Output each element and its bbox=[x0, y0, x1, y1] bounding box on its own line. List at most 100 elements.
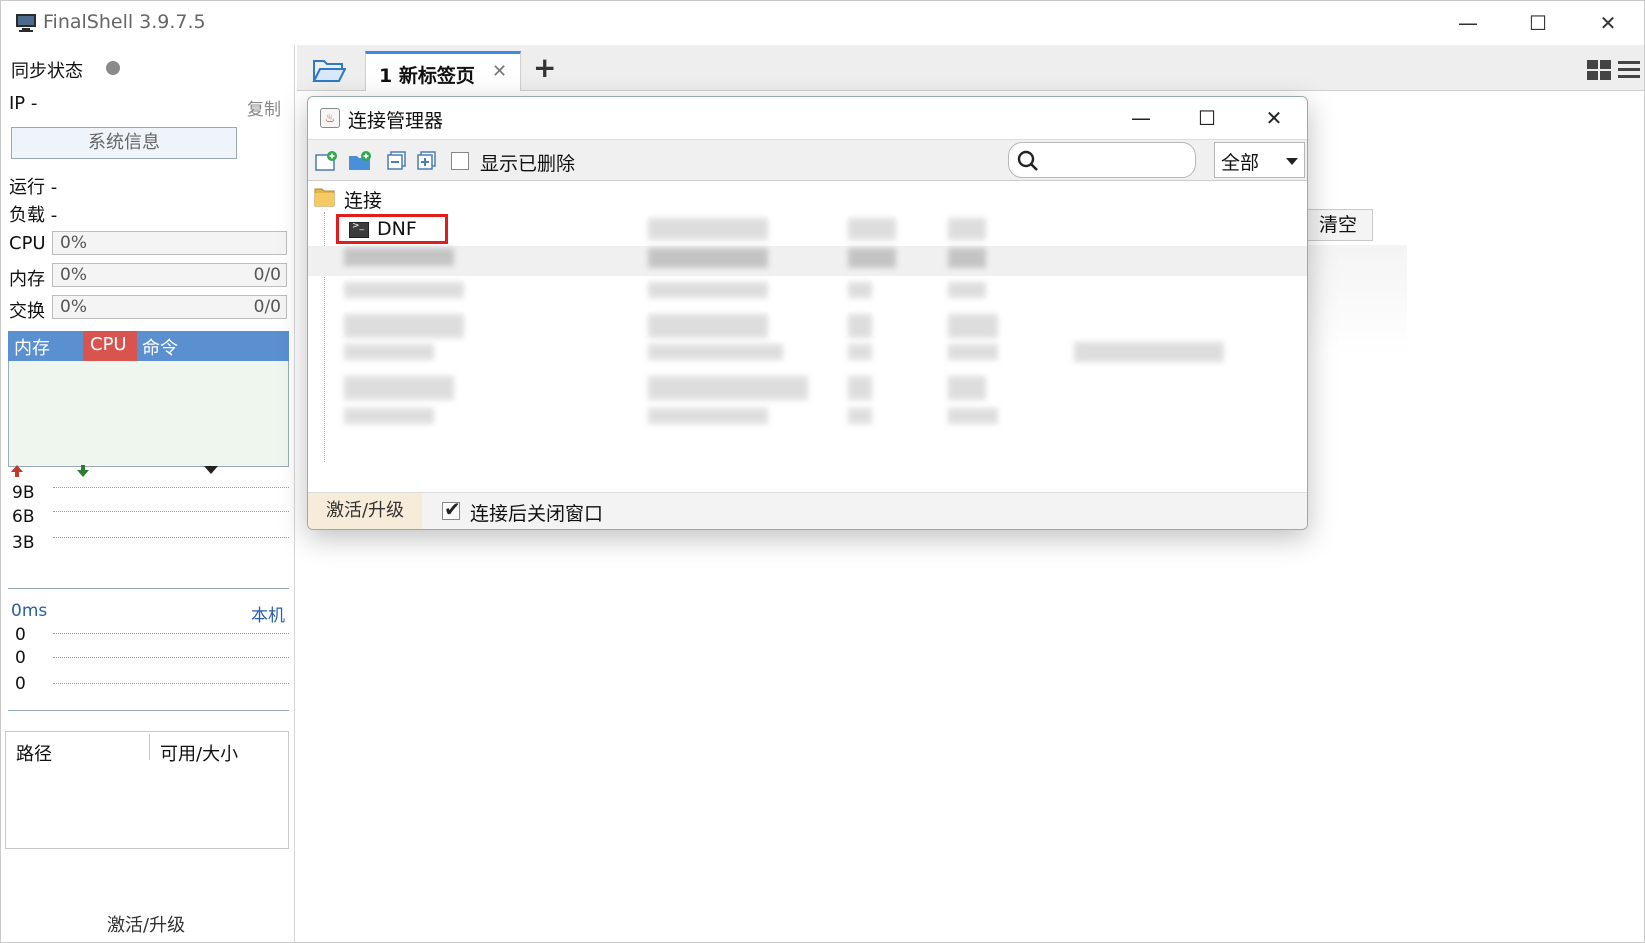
ping-target[interactable]: 本机 bbox=[251, 601, 285, 626]
tab-new-tab-1[interactable]: 1 新标签页 ✕ bbox=[365, 51, 521, 91]
network-interface-dropdown-icon[interactable] bbox=[203, 465, 219, 475]
swap-percent: 0% bbox=[60, 297, 87, 317]
system-info-button[interactable]: 系统信息 bbox=[11, 127, 237, 159]
ping-scale-mid: 0 bbox=[15, 648, 26, 668]
sync-status-dot bbox=[106, 61, 120, 75]
net-scale-mid: 6B bbox=[12, 507, 35, 527]
dialog-minimize-button[interactable]: — bbox=[1108, 97, 1174, 139]
new-folder-icon[interactable] bbox=[348, 150, 372, 172]
folder-icon bbox=[314, 188, 335, 207]
network-graph: 9B 6B 3B bbox=[8, 481, 289, 589]
download-arrow-icon bbox=[77, 465, 89, 477]
tree-item-dnf[interactable]: DNF bbox=[336, 214, 448, 244]
minimize-button[interactable]: — bbox=[1433, 1, 1503, 45]
memory-meter: 0% 0/0 bbox=[52, 263, 287, 287]
blurred-host bbox=[648, 282, 768, 298]
new-connection-icon[interactable] bbox=[314, 150, 338, 172]
fs-header-size[interactable]: 可用/大小 bbox=[160, 740, 238, 766]
tree-row-selected[interactable] bbox=[308, 246, 1307, 276]
list-view-icon[interactable] bbox=[1617, 59, 1641, 81]
tab-command[interactable]: 命令 bbox=[142, 334, 178, 360]
terminal-icon bbox=[349, 221, 369, 238]
blurred-port bbox=[848, 248, 896, 268]
fs-header-separator bbox=[149, 734, 150, 760]
process-tabs: 内存 CPU 命令 bbox=[8, 331, 289, 361]
ping-divider bbox=[8, 710, 289, 711]
blurred-host bbox=[648, 218, 768, 240]
net-gridline bbox=[53, 511, 289, 512]
upload-arrow-icon bbox=[11, 465, 23, 477]
tab-memory[interactable]: 内存 bbox=[14, 334, 50, 360]
swap-meter: 0% 0/0 bbox=[52, 295, 287, 319]
dialog-maximize-button[interactable]: ☐ bbox=[1174, 97, 1240, 139]
close-tab-icon[interactable]: ✕ bbox=[492, 61, 507, 82]
tree-item-label: DNF bbox=[377, 218, 417, 240]
ping-gridline bbox=[53, 683, 289, 684]
connection-tree: 连接 DNF bbox=[308, 182, 1307, 492]
filter-select[interactable]: 全部 bbox=[1214, 142, 1305, 178]
tab-label: 1 新标签页 bbox=[379, 65, 475, 87]
filesystem-table: 路径 可用/大小 bbox=[5, 731, 289, 849]
blurred-user bbox=[948, 376, 986, 400]
blurred-port bbox=[848, 218, 896, 240]
maximize-button[interactable]: ☐ bbox=[1503, 1, 1573, 45]
grid-view-icon[interactable] bbox=[1586, 59, 1612, 81]
net-scale-high: 9B bbox=[12, 483, 35, 503]
blurred-user bbox=[948, 344, 998, 360]
blurred-host bbox=[648, 314, 768, 338]
memory-percent: 0% bbox=[60, 265, 87, 285]
blurred-port bbox=[848, 376, 872, 400]
process-list bbox=[8, 361, 289, 467]
app-icon bbox=[16, 14, 36, 32]
dialog-activate-button[interactable]: 激活/升级 bbox=[308, 493, 422, 529]
activate-upgrade-link[interactable]: 激活/升级 bbox=[107, 911, 185, 937]
title-bar: FinalShell 3.9.7.5 — ☐ ✕ bbox=[1, 1, 1644, 45]
sync-status-label: 同步状态 bbox=[11, 61, 83, 82]
expand-all-icon[interactable] bbox=[416, 150, 440, 172]
load-label: 负载 - bbox=[9, 205, 58, 226]
blurred-note bbox=[1074, 342, 1224, 362]
clear-button[interactable]: 清空 bbox=[1303, 209, 1373, 241]
close-after-connect-checkbox[interactable] bbox=[442, 497, 461, 521]
blurred-port bbox=[848, 344, 872, 360]
blurred-user bbox=[948, 408, 998, 424]
copy-ip-button[interactable]: 复制 bbox=[247, 95, 281, 120]
blurred-connection-name bbox=[344, 248, 454, 266]
tree-root-connections[interactable]: 连接 bbox=[314, 186, 382, 212]
blurred-user bbox=[948, 248, 986, 268]
cpu-percent: 0% bbox=[60, 233, 87, 253]
ping-latency: 0ms bbox=[11, 601, 48, 621]
show-deleted-checkbox[interactable] bbox=[451, 152, 469, 170]
blurred-connection-name bbox=[344, 314, 464, 338]
net-scale-low: 3B bbox=[12, 533, 35, 553]
dialog-close-button[interactable]: ✕ bbox=[1241, 97, 1307, 139]
java-icon: ♨ bbox=[320, 108, 340, 128]
cpu-meter: 0% bbox=[52, 231, 287, 255]
connection-manager-dialog: ♨ 连接管理器 — ☐ ✕ 显示已删除 全部 连接 >_ DNF 激活/升级 ✔… bbox=[307, 96, 1308, 530]
fs-header-path[interactable]: 路径 bbox=[16, 740, 52, 766]
uptime-label: 运行 - bbox=[9, 177, 58, 198]
collapse-all-icon[interactable] bbox=[386, 150, 410, 172]
chevron-down-icon bbox=[1286, 158, 1298, 165]
tab-cpu[interactable]: CPU bbox=[90, 334, 127, 355]
window-title: FinalShell 3.9.7.5 bbox=[43, 11, 206, 33]
blurred-connection-name bbox=[344, 408, 434, 424]
session-tab-bar: 1 新标签页 ✕ + bbox=[297, 45, 1644, 91]
close-after-connect-label: 连接后关闭窗口 bbox=[470, 503, 604, 525]
dialog-title-bar: ♨ 连接管理器 — ☐ ✕ bbox=[308, 97, 1307, 139]
blurred-connection-name bbox=[344, 376, 454, 400]
close-button[interactable]: ✕ bbox=[1573, 1, 1643, 45]
add-tab-button[interactable]: + bbox=[533, 51, 556, 84]
finalshell-window: FinalShell 3.9.7.5 — ☐ ✕ 同步状态 IP - 复制 系统… bbox=[0, 0, 1645, 943]
tree-root-label: 连接 bbox=[344, 190, 383, 212]
ping-scale-low: 0 bbox=[15, 674, 26, 694]
blurred-host bbox=[648, 408, 768, 424]
blurred-user bbox=[948, 282, 986, 298]
blurred-host bbox=[648, 376, 808, 400]
blurred-user bbox=[948, 314, 998, 338]
swap-ratio: 0/0 bbox=[253, 297, 281, 317]
open-folder-icon[interactable] bbox=[312, 57, 346, 83]
blurred-port bbox=[848, 314, 872, 338]
show-deleted-label: 显示已删除 bbox=[480, 153, 576, 175]
search-input[interactable] bbox=[1008, 142, 1196, 178]
